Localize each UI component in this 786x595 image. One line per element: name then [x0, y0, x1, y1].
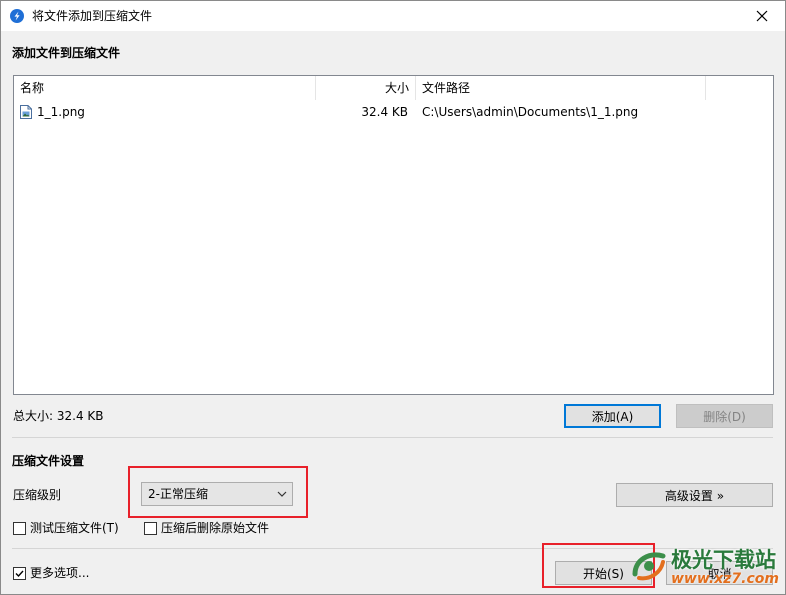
- cancel-button[interactable]: 取消: [666, 561, 773, 585]
- compression-level-label: 压缩级别: [13, 488, 62, 502]
- start-button[interactable]: 开始(S): [555, 561, 652, 585]
- file-list-header: 名称 大小 文件路径: [14, 76, 773, 100]
- compression-level-select[interactable]: 2-正常压缩: [141, 482, 293, 506]
- close-button[interactable]: [739, 1, 785, 31]
- compression-settings-heading: 压缩文件设置: [12, 454, 85, 468]
- test-archive-checkbox-row[interactable]: 测试压缩文件(T): [13, 521, 119, 535]
- delete-after-checkbox-label: 压缩后删除原始文件: [161, 521, 270, 535]
- checkmark-icon: [15, 570, 24, 577]
- delete-after-checkbox[interactable]: [144, 521, 157, 535]
- compression-level-value: 2-正常压缩: [148, 487, 208, 501]
- file-list-row[interactable]: 1_1.png 32.4 KB C:\Users\admin\Documents…: [14, 102, 773, 122]
- delete-after-checkbox-row[interactable]: 压缩后删除原始文件: [144, 521, 269, 535]
- more-options-checkbox[interactable]: [13, 566, 26, 580]
- file-name-cell: 1_1.png: [20, 102, 310, 122]
- footer-divider: [12, 548, 773, 549]
- test-archive-checkbox[interactable]: [13, 521, 26, 535]
- advanced-settings-button[interactable]: 高级设置 »: [616, 483, 773, 507]
- column-header-path[interactable]: 文件路径: [416, 76, 706, 100]
- total-size-label: 总大小: 32.4 KB: [13, 409, 104, 423]
- column-header-size[interactable]: 大小: [316, 76, 416, 100]
- chevron-down-icon: [277, 491, 287, 497]
- column-header-filler: [706, 76, 773, 100]
- image-file-icon: [20, 104, 32, 119]
- files-section-heading: 添加文件到压缩文件: [12, 46, 121, 60]
- test-archive-checkbox-label: 测试压缩文件(T): [30, 521, 119, 535]
- section-divider: [12, 437, 773, 438]
- file-name: 1_1.png: [37, 105, 85, 119]
- column-header-name[interactable]: 名称: [14, 76, 316, 100]
- file-list[interactable]: 名称 大小 文件路径 1_1.png 32.4 KB C:\Users\admi…: [13, 75, 774, 395]
- title-bar[interactable]: 将文件添加到压缩文件: [1, 1, 785, 31]
- close-icon: [756, 10, 768, 22]
- more-options-label: 更多选项...: [30, 566, 90, 580]
- more-options-checkbox-row[interactable]: 更多选项...: [13, 566, 89, 580]
- window-title: 将文件添加到压缩文件: [32, 9, 153, 23]
- add-button[interactable]: 添加(A): [564, 404, 661, 428]
- app-logo-icon: [10, 9, 24, 23]
- delete-button[interactable]: 删除(D): [676, 404, 773, 428]
- file-size-cell: 32.4 KB: [361, 105, 408, 119]
- add-to-archive-dialog: 将文件添加到压缩文件 添加文件到压缩文件 名称 大小 文件路径 1_1.png: [0, 0, 786, 595]
- file-path-cell: C:\Users\admin\Documents\1_1.png: [422, 105, 639, 119]
